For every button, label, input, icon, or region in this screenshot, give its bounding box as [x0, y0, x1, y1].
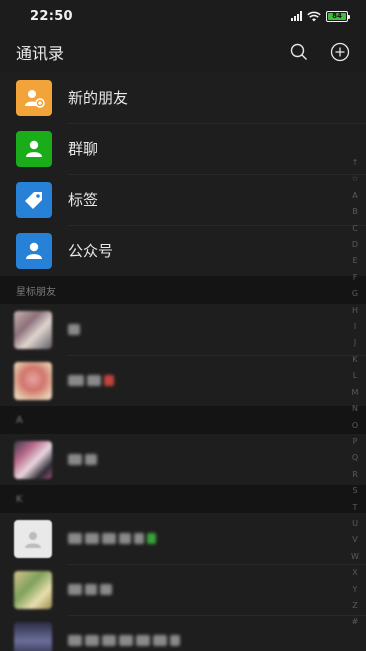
- index-letter[interactable]: G: [352, 286, 358, 302]
- index-letter[interactable]: W: [351, 549, 359, 565]
- status-icons: 84: [291, 10, 350, 22]
- alphabet-index-bar[interactable]: ↑ ☆ A B C D E F G H I J K L M N O P Q R S T U V W X Y Z #: [349, 155, 361, 631]
- index-letter[interactable]: K: [352, 352, 357, 368]
- index-letter[interactable]: I: [354, 319, 356, 335]
- section-letter: A: [16, 414, 23, 426]
- tag-icon: [16, 181, 52, 218]
- index-letter[interactable]: H: [352, 303, 358, 319]
- avatar: [14, 310, 52, 349]
- default-avatar-icon: [25, 531, 41, 548]
- index-letter[interactable]: B: [352, 204, 358, 220]
- index-letter[interactable]: Q: [352, 450, 358, 466]
- contact-row[interactable]: [0, 564, 366, 615]
- signal-icon: [291, 11, 302, 21]
- search-icon[interactable]: [290, 43, 308, 61]
- index-letter[interactable]: N: [352, 401, 358, 417]
- contact-row[interactable]: [0, 513, 366, 564]
- index-letter[interactable]: M: [352, 385, 359, 401]
- index-letter[interactable]: J: [354, 335, 356, 351]
- section-letter: K: [16, 493, 23, 505]
- official-accounts-item[interactable]: 公众号: [0, 225, 366, 276]
- blurred-name: [68, 533, 156, 544]
- contact-row[interactable]: [0, 304, 366, 355]
- blurred-name: [68, 635, 180, 646]
- section-header-k: K: [0, 485, 366, 513]
- battery-icon: 84: [326, 10, 350, 22]
- index-letter[interactable]: O: [352, 418, 358, 434]
- avatar: [14, 440, 52, 479]
- tags-item[interactable]: 标签: [0, 174, 366, 225]
- add-circle-icon[interactable]: [330, 42, 350, 62]
- group-chat-item[interactable]: 群聊: [0, 123, 366, 174]
- avatar: [14, 361, 52, 400]
- index-letter[interactable]: C: [352, 221, 358, 237]
- index-letter[interactable]: Y: [353, 582, 358, 598]
- index-letter[interactable]: P: [353, 434, 358, 450]
- starred-list: [0, 304, 366, 406]
- index-letter[interactable]: E: [352, 253, 357, 269]
- status-time: 22:50: [30, 8, 73, 24]
- blurred-name: [68, 375, 114, 386]
- avatar: [14, 621, 52, 651]
- page-title: 通讯录: [16, 44, 65, 63]
- group-chat-label: 群聊: [68, 140, 99, 158]
- index-letter[interactable]: T: [353, 500, 358, 516]
- nav-actions: [290, 42, 350, 62]
- index-letter[interactable]: V: [352, 532, 357, 548]
- function-list: 新的朋友 群聊 标签 公众号: [0, 72, 366, 276]
- official-account-icon: [16, 232, 52, 269]
- new-friends-item[interactable]: 新的朋友: [0, 72, 366, 123]
- nav-bar: 通讯录: [0, 32, 366, 72]
- index-letter[interactable]: D: [352, 237, 358, 253]
- new-friends-label: 新的朋友: [68, 89, 129, 107]
- index-letter[interactable]: S: [352, 483, 357, 499]
- index-letter[interactable]: X: [352, 565, 357, 581]
- index-letter[interactable]: L: [353, 368, 357, 384]
- index-letter[interactable]: F: [353, 270, 358, 286]
- blurred-name: [68, 454, 97, 465]
- add-friend-icon: [16, 79, 52, 116]
- avatar: [14, 519, 52, 558]
- index-letter[interactable]: A: [352, 188, 357, 204]
- index-letter[interactable]: R: [352, 467, 358, 483]
- section-a-list: [0, 434, 366, 485]
- official-accounts-label: 公众号: [68, 242, 114, 260]
- index-letter[interactable]: ☆: [351, 171, 358, 187]
- index-letter[interactable]: Z: [352, 598, 357, 614]
- tags-label: 标签: [68, 191, 99, 209]
- index-letter[interactable]: ↑: [352, 155, 359, 171]
- section-k-list: [0, 513, 366, 651]
- wifi-icon: [307, 11, 321, 21]
- section-header-starred: 星标朋友: [0, 276, 366, 304]
- section-header-a: A: [0, 406, 366, 434]
- avatar: [14, 570, 52, 609]
- status-bar: 22:50 84: [0, 0, 366, 32]
- index-letter[interactable]: U: [352, 516, 358, 532]
- blurred-name: [68, 584, 112, 595]
- contact-row[interactable]: [0, 615, 366, 651]
- contact-row[interactable]: [0, 355, 366, 406]
- blurred-name: [68, 324, 80, 335]
- contact-row[interactable]: [0, 434, 366, 485]
- group-chat-icon: [16, 130, 52, 167]
- index-letter[interactable]: #: [352, 614, 359, 630]
- battery-level: 84: [328, 12, 346, 20]
